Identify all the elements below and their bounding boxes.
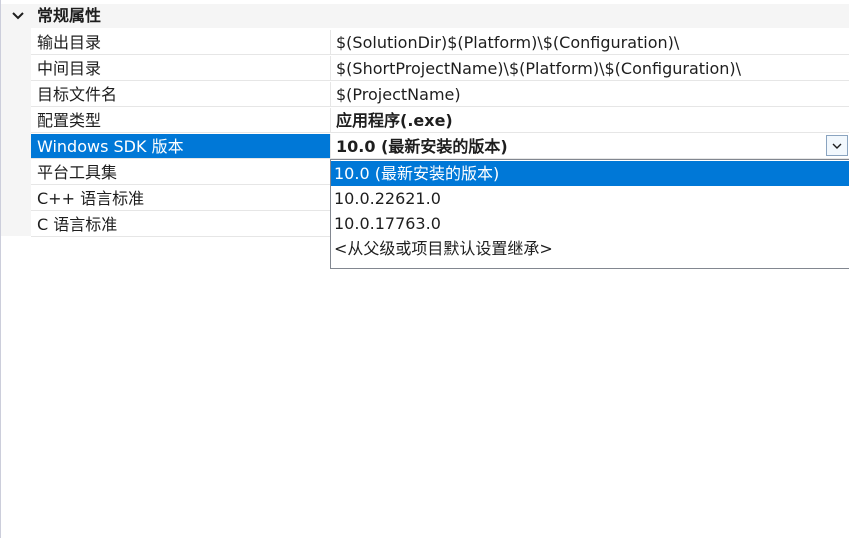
- property-name: 中间目录: [31, 56, 331, 81]
- property-name: Windows SDK 版本: [31, 134, 331, 159]
- category-label: 常规属性: [37, 6, 102, 25]
- property-value[interactable]: $(SolutionDir)$(Platform)\$(Configuratio…: [331, 30, 849, 55]
- property-name: 输出目录: [31, 30, 331, 55]
- dropdown-option-inherit[interactable]: <从父级或项目默认设置继承>: [331, 236, 849, 261]
- property-value[interactable]: $(ProjectName): [331, 82, 849, 107]
- property-value[interactable]: $(ShortProjectName)\$(Platform)\$(Config…: [331, 56, 849, 81]
- dropdown-option-17763[interactable]: 10.0.17763.0: [331, 211, 849, 236]
- property-name: 目标文件名: [31, 82, 331, 107]
- property-name: 配置类型: [31, 108, 331, 133]
- property-value-text: 10.0 (最新安装的版本): [336, 137, 508, 156]
- property-name: C 语言标准: [31, 212, 331, 237]
- property-row-windows-sdk-version[interactable]: Windows SDK 版本 10.0 (最新安装的版本): [31, 134, 849, 160]
- property-value[interactable]: 10.0 (最新安装的版本): [331, 134, 849, 159]
- property-row-target-name[interactable]: 目标文件名 $(ProjectName): [31, 82, 849, 108]
- chevron-down-icon: [832, 143, 842, 149]
- dropdown-button[interactable]: [826, 135, 848, 156]
- property-row-configuration-type[interactable]: 配置类型 应用程序(.exe): [31, 108, 849, 134]
- category-header[interactable]: 常规属性: [1, 4, 849, 28]
- dropdown-option-latest[interactable]: 10.0 (最新安装的版本): [331, 161, 849, 186]
- property-row-intermediate-dir[interactable]: 中间目录 $(ShortProjectName)\$(Platform)\$(C…: [31, 56, 849, 82]
- property-value[interactable]: 应用程序(.exe): [331, 108, 849, 133]
- sdk-version-dropdown-list[interactable]: 10.0 (最新安装的版本) 10.0.22621.0 10.0.17763.0…: [330, 159, 849, 269]
- property-grid: 常规属性 输出目录 $(SolutionDir)$(Platform)\$(Co…: [0, 0, 849, 538]
- dropdown-option-22621[interactable]: 10.0.22621.0: [331, 186, 849, 211]
- chevron-down-icon[interactable]: [10, 8, 26, 24]
- property-name: 平台工具集: [31, 160, 331, 185]
- property-row-output-dir[interactable]: 输出目录 $(SolutionDir)$(Platform)\$(Configu…: [31, 30, 849, 56]
- left-gutter: [1, 28, 31, 236]
- property-name: C++ 语言标准: [31, 186, 331, 211]
